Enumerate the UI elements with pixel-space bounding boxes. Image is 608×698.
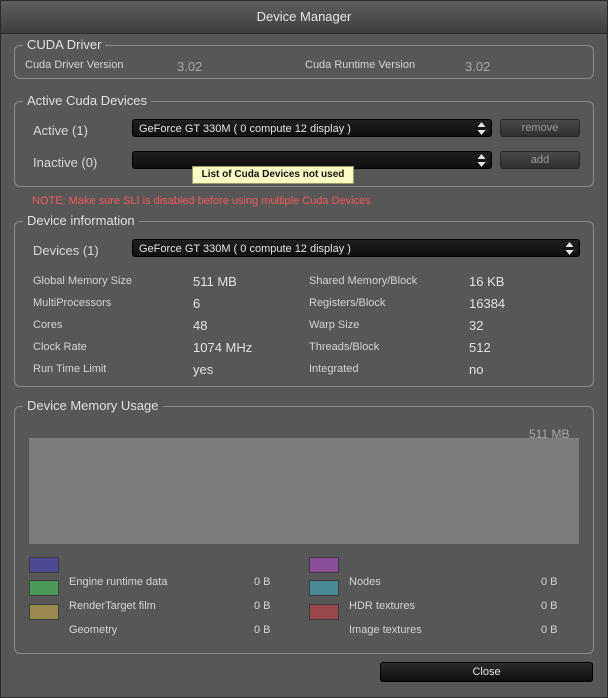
memory-usage-graph — [29, 438, 579, 544]
info-value: 512 — [469, 340, 491, 355]
info-label: Warp Size — [309, 319, 360, 331]
legend-value: 0 B — [254, 576, 271, 588]
info-label: Threads/Block — [309, 341, 380, 353]
active-devices-value: GeForce GT 330M ( 0 compute 12 display ) — [139, 123, 351, 135]
legend-label: Engine runtime data — [69, 576, 168, 588]
legend-swatch — [29, 557, 59, 573]
legend-swatch — [29, 580, 59, 596]
select-arrows-icon — [477, 154, 486, 167]
active-devices-label: Active (1) — [33, 123, 88, 138]
info-value: 32 — [469, 318, 484, 333]
legend-value: 0 B — [254, 624, 271, 636]
device-manager-window: Device Manager CUDA Driver Cuda Driver V… — [0, 0, 608, 698]
info-value: 16 KB — [469, 274, 505, 289]
runtime-version-label: Cuda Runtime Version — [305, 59, 416, 71]
add-button[interactable]: add — [500, 151, 580, 169]
legend-swatch — [309, 557, 339, 573]
window-title: Device Manager — [1, 1, 607, 34]
legend-value: 0 B — [254, 600, 271, 612]
legend-swatch — [29, 604, 59, 620]
sli-note: NOTE: Make sure SLI is disabled before u… — [32, 195, 371, 207]
inactive-devices-label: Inactive (0) — [33, 155, 98, 170]
devices-select[interactable]: GeForce GT 330M ( 0 compute 12 display ) — [132, 239, 580, 257]
driver-version-label: Cuda Driver Version — [25, 59, 124, 71]
legend-swatch — [309, 580, 339, 596]
select-arrows-icon — [565, 242, 574, 255]
inactive-devices-tooltip: List of Cuda Devices not used — [192, 166, 354, 184]
info-label: MultiProcessors — [33, 297, 112, 309]
info-label: Cores — [33, 319, 63, 331]
memory-usage-title: Device Memory Usage — [23, 398, 163, 414]
active-devices-select[interactable]: GeForce GT 330M ( 0 compute 12 display ) — [132, 119, 492, 137]
device-info-title: Device information — [23, 213, 139, 229]
active-devices-title: Active Cuda Devices — [23, 93, 151, 109]
info-value: 511 MB — [193, 274, 237, 289]
info-label: Run Time Limit — [33, 363, 107, 375]
select-arrows-icon — [477, 122, 486, 135]
info-value: 48 — [193, 318, 208, 333]
devices-label: Devices (1) — [33, 243, 99, 258]
runtime-version-value: 3.02 — [465, 59, 491, 74]
legend-label: Image textures — [349, 624, 422, 636]
info-value: yes — [193, 362, 214, 377]
info-value: no — [469, 362, 484, 377]
info-label: Clock Rate — [33, 341, 87, 353]
legend-value: 0 B — [541, 576, 558, 588]
legend-label: Nodes — [349, 576, 381, 588]
info-label: Shared Memory/Block — [309, 275, 418, 287]
devices-value: GeForce GT 330M ( 0 compute 12 display ) — [139, 243, 351, 255]
info-label: Registers/Block — [309, 297, 386, 309]
info-value: 6 — [193, 296, 201, 311]
info-label: Integrated — [309, 363, 359, 375]
legend-swatch — [309, 604, 339, 620]
close-button[interactable]: Close — [380, 662, 593, 682]
legend-label: HDR textures — [349, 600, 416, 612]
legend-label: Geometry — [69, 624, 118, 636]
info-label: Global Memory Size — [33, 275, 133, 287]
cuda-driver-title: CUDA Driver — [23, 37, 106, 53]
info-value: 1074 MHz — [193, 340, 253, 355]
remove-button[interactable]: remove — [500, 119, 580, 137]
driver-version-value: 3.02 — [177, 59, 203, 74]
legend-value: 0 B — [541, 600, 558, 612]
legend-label: RenderTarget film — [69, 600, 156, 612]
info-value: 16384 — [469, 296, 506, 311]
legend-value: 0 B — [541, 624, 558, 636]
